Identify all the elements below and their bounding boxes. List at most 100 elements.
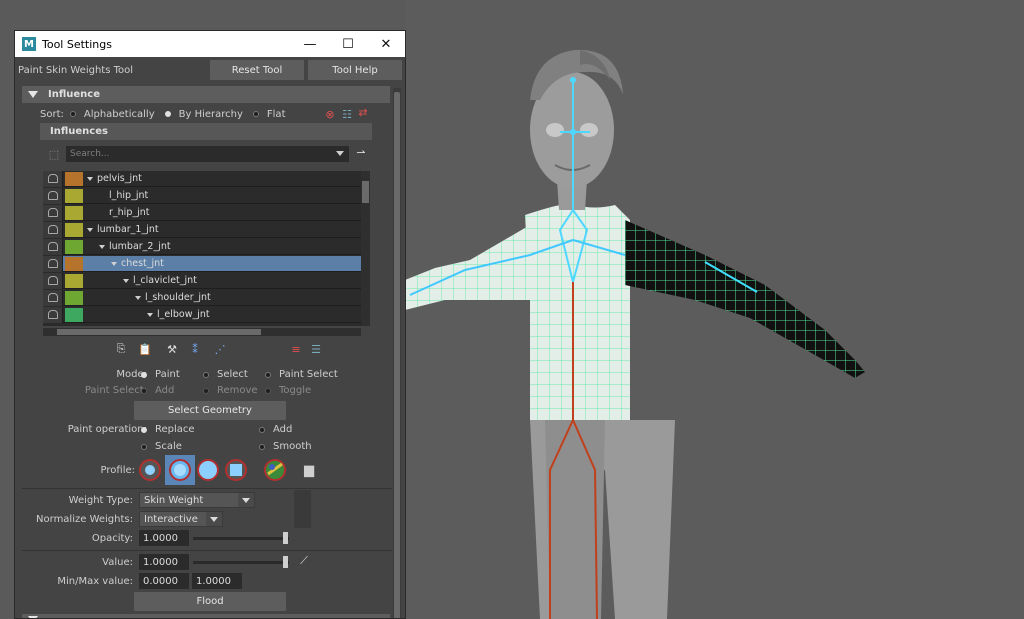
sort-alphabetically-radio[interactable] [69,111,76,117]
folder-icon[interactable]: ▆ [301,463,317,478]
influence-row[interactable]: l_hip_jnt [43,187,370,204]
influence-section-header[interactable]: Influence [22,86,390,103]
influence-color-swatch[interactable] [65,222,83,237]
paint-select-remove-label: Remove [217,385,258,396]
lock-icon[interactable] [43,289,63,306]
value-slider-handle[interactable] [283,556,288,568]
panel-vertical-scrollbar[interactable] [393,88,401,618]
select-filter-icon[interactable]: ⬚ [46,147,62,161]
lock-icon[interactable] [43,171,63,187]
influence-row[interactable]: r_hip_jnt [43,204,370,221]
expand-triangle-icon[interactable] [87,177,93,181]
eyedropper-icon[interactable]: ⟋ [296,554,312,568]
reset-tool-button[interactable]: Reset Tool [210,60,304,80]
profile-image-icon[interactable] [262,457,288,483]
lock-icon[interactable] [43,221,63,238]
expand-triangle-icon[interactable] [135,296,141,300]
paint-select-toggle-radio[interactable] [265,387,271,394]
tree-vertical-scrollbar[interactable] [361,171,370,326]
tree-horizontal-scrollbar[interactable] [43,328,361,336]
normalize-weights-dropdown[interactable]: Interactive [139,511,223,527]
influence-color-swatch[interactable] [65,273,83,288]
influence-tree[interactable]: pelvis_jnt l_hip_jnt r_hip_jnt lumbar_1_jnt… [43,171,370,326]
sort-flat-radio[interactable] [252,111,259,117]
paint-op-add-radio[interactable] [259,426,265,433]
influence-color-swatch[interactable] [65,205,83,220]
3d-viewport[interactable] [405,0,1024,619]
lock-icon[interactable] [43,306,63,323]
search-dropdown-icon[interactable] [336,151,344,156]
flood-button[interactable]: Flood [134,592,286,611]
sort-icon-b[interactable]: ☷ [339,107,355,121]
influence-color-swatch[interactable] [65,256,83,271]
paint-select-remove-radio[interactable] [203,387,209,394]
color-feedback-swatch[interactable] [294,490,311,528]
expand-triangle-icon[interactable] [87,228,93,232]
influence-color-swatch[interactable] [65,171,83,186]
influence-color-swatch[interactable] [65,239,83,254]
lock-icon[interactable] [43,272,63,289]
influence-color-swatch[interactable] [65,188,83,203]
influence-name: lumbar_1_jnt [87,224,159,235]
weight-hammer-icon[interactable]: ⚒ [164,342,180,356]
show-influences-icon[interactable]: ⋰ [212,342,228,356]
opacity-field[interactable]: 1.0000 [139,530,189,546]
opacity-slider[interactable] [193,532,289,544]
influence-row[interactable]: l_claviclet_jnt [43,272,370,289]
pin-icon[interactable]: ⇀ [353,145,369,159]
influence-row[interactable]: lumbar_2_jnt [43,238,370,255]
chevron-down-icon [238,493,254,507]
mode-paint-radio[interactable] [141,371,147,378]
lock-icon[interactable] [43,238,63,255]
expand-triangle-icon[interactable] [147,313,153,317]
value-field[interactable]: 1.0000 [139,554,189,570]
paint-op-smooth-radio[interactable] [259,443,265,450]
max-value-field[interactable]: 1.0000 [192,573,242,589]
sort-icon-a[interactable]: ⊗ [322,107,338,121]
window-titlebar[interactable]: M Tool Settings — ☐ ✕ [15,31,405,57]
copy-weights-icon[interactable]: ⎘ [113,342,129,356]
lock-icon[interactable] [43,204,63,221]
profile-soft-icon[interactable] [165,455,195,485]
maximize-button[interactable]: ☐ [329,31,367,57]
paint-op-scale-radio[interactable] [141,443,147,450]
opacity-slider-handle[interactable] [283,532,288,544]
influence-row[interactable]: pelvis_jnt [43,171,370,187]
profile-gaussian-icon[interactable] [137,457,163,483]
sort-by-hierarchy-radio[interactable] [164,111,171,117]
next-section-header[interactable] [22,614,390,618]
tool-help-button[interactable]: Tool Help [308,60,402,80]
mode-paint-select-label: Paint Select [279,369,338,380]
expand-triangle-icon[interactable] [99,245,105,249]
value-slider[interactable] [193,556,289,568]
paint-op-replace-radio[interactable] [141,426,147,433]
influence-row[interactable]: l_shoulder_jnt [43,289,370,306]
profile-square-icon[interactable] [223,457,249,483]
sort-icon-c[interactable]: ⇄ [355,105,371,119]
paint-select-add-radio[interactable] [141,387,147,394]
influence-color-swatch[interactable] [65,290,83,305]
tree-option-icon-b[interactable]: ☰ [308,342,324,356]
profile-solid-icon[interactable] [195,457,221,483]
paint-operation-row-1: Replace Add [141,424,292,435]
influence-row[interactable]: lumbar_1_jnt [43,221,370,238]
tree-option-icon-a[interactable]: ≡ [288,342,304,356]
weight-type-dropdown[interactable]: Skin Weight [139,492,255,508]
expand-triangle-icon[interactable] [123,279,129,283]
move-weights-icon[interactable]: ⁑ [187,342,203,356]
influence-search-input[interactable]: Search... [66,146,349,162]
min-value-field[interactable]: 0.0000 [139,573,189,589]
influence-color-swatch[interactable] [65,307,83,322]
lock-icon[interactable] [43,255,63,272]
paint-select-options: Add Remove Toggle [141,385,311,396]
influence-row[interactable]: chest_jnt [43,255,370,272]
lock-icon[interactable] [43,187,63,204]
expand-triangle-icon[interactable] [111,262,117,266]
select-geometry-button[interactable]: Select Geometry [134,401,286,420]
mode-paint-select-radio[interactable] [265,371,271,378]
influence-row[interactable]: l_elbow_jnt [43,306,370,323]
paste-weights-icon[interactable]: 📋 [137,342,153,356]
mode-select-radio[interactable] [203,371,209,378]
close-button[interactable]: ✕ [367,31,405,57]
minimize-button[interactable]: — [291,31,329,57]
